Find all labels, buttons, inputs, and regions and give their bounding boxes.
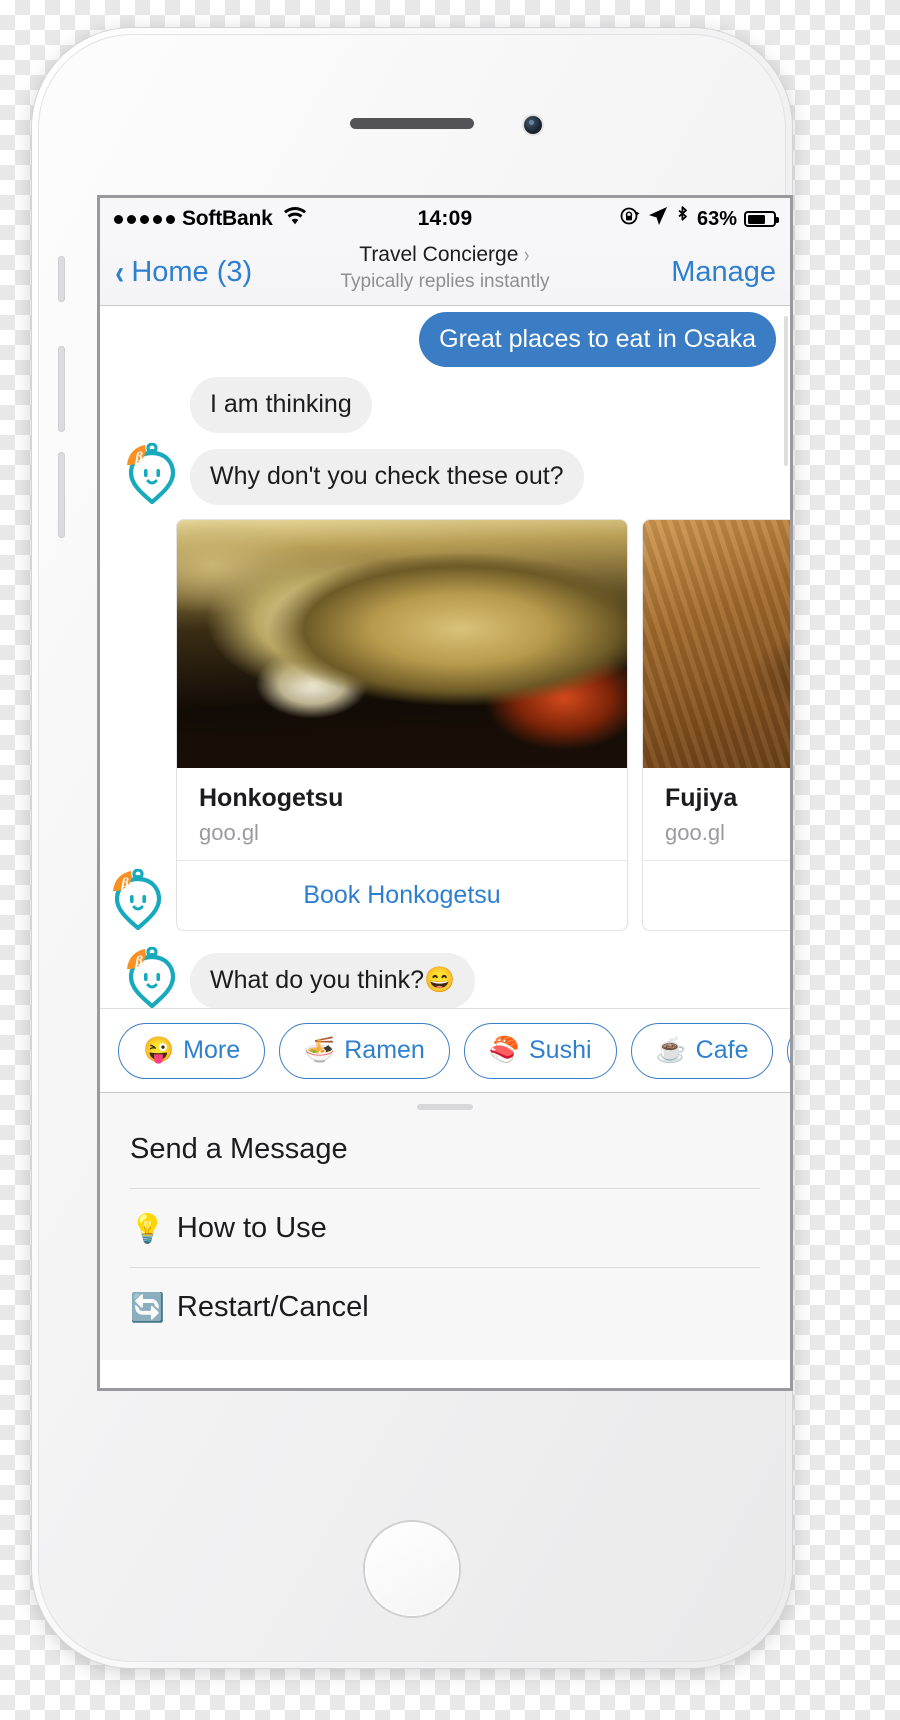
book-button[interactable] — [643, 859, 790, 901]
coffee-emoji-icon: ☕ — [655, 1036, 687, 1064]
phone-screen: SoftBank 14:09 63% ‹ Home (3) Travel Con… — [100, 198, 790, 1388]
menu-item-label: Send a Message — [130, 1132, 348, 1165]
bot-name-label: Travel Concierge — [359, 243, 519, 266]
avatar: β — [114, 946, 190, 1009]
status-bar-right: 63% — [619, 205, 779, 233]
winking-tongue-emoji-icon: 😜 — [143, 1036, 175, 1064]
bot-avatar-icon: β — [127, 442, 176, 504]
rotation-lock-icon — [619, 205, 641, 233]
quick-reply-label: Ramen — [344, 1036, 425, 1064]
card-title: Honkogetsu — [199, 783, 344, 812]
avatar: β — [100, 868, 176, 931]
location-arrow-icon — [648, 206, 668, 232]
battery-percent-label: 63% — [696, 207, 737, 230]
battery-icon — [744, 211, 779, 227]
card-subtitle: goo.gl — [665, 819, 725, 845]
wifi-icon — [283, 206, 307, 232]
svg-text:β: β — [121, 876, 130, 891]
svg-text:β: β — [135, 450, 144, 465]
restaurant-card[interactable]: Honkogetsu goo.gl Book Honkogetsu — [176, 518, 628, 931]
status-bar-left: SoftBank — [114, 206, 307, 232]
carrier-label: SoftBank — [182, 207, 273, 230]
thread-scrollbar[interactable] — [784, 316, 788, 466]
avatar: β — [114, 442, 190, 505]
home-button[interactable] — [365, 1522, 459, 1616]
card-subtitle: goo.gl — [199, 819, 259, 845]
card-body: Honkogetsu goo.gl — [177, 768, 627, 860]
menu-item-how-to-use[interactable]: 💡 How to Use — [100, 1189, 790, 1267]
silent-switch[interactable] — [58, 256, 65, 302]
message-bubble-incoming[interactable]: I am thinking — [190, 377, 372, 433]
chevron-left-icon: ‹ — [115, 253, 125, 292]
volume-down-button[interactable] — [58, 452, 65, 538]
bot-profile-link[interactable]: Travel Concierge › — [359, 242, 530, 268]
sushi-emoji-icon: 🍣 — [488, 1036, 520, 1064]
quick-reply-chip-sushi[interactable]: 🍣 Sushi — [463, 1022, 617, 1079]
volume-up-button[interactable] — [58, 346, 65, 432]
message-row-incoming: β What do you think?😄 — [100, 946, 790, 1009]
menu-item-restart-cancel[interactable]: 🔄 Restart/Cancel — [100, 1268, 790, 1346]
quick-reply-chip-more[interactable]: 😜 More — [118, 1022, 266, 1079]
front-camera-icon — [524, 116, 542, 134]
back-button-label: Home (3) — [131, 256, 253, 288]
book-button[interactable]: Book Honkogetsu — [177, 859, 627, 930]
quick-reply-chip-ramen[interactable]: 🍜 Ramen — [279, 1022, 450, 1079]
menu-item-label: Restart/Cancel — [176, 1290, 369, 1323]
quick-reply-chip-partial[interactable]: 🍷 — [787, 1022, 790, 1079]
lightbulb-icon: 💡 — [130, 1212, 165, 1244]
message-row-outgoing: Great places to eat in Osaka — [100, 312, 790, 368]
japanese-lidded-bowl-photo[interactable] — [177, 519, 627, 768]
quick-reply-label: Cafe — [695, 1036, 749, 1064]
card-carousel-row: β Honkogetsu goo.gl Book Honkogetsu Fuji… — [100, 518, 790, 931]
ios-status-bar: SoftBank 14:09 63% — [100, 198, 790, 240]
persistent-menu-panel: Send a Message 💡 How to Use 🔄 Restart/Ca… — [100, 1092, 790, 1360]
message-row-incoming: I am thinking — [100, 377, 790, 433]
card-body: Fujiya goo.gl — [643, 768, 790, 860]
message-thread[interactable]: Great places to eat in Osaka I am thinki… — [100, 306, 790, 1008]
message-bubble-incoming[interactable]: Why don't you check these out? — [190, 449, 584, 505]
quick-reply-bar[interactable]: 😜 More 🍜 Ramen 🍣 Sushi ☕ Cafe 🍷 — [100, 1008, 790, 1092]
bot-response-time-label: Typically replies instantly — [340, 271, 550, 292]
quick-reply-label: Sushi — [528, 1036, 592, 1064]
back-to-home-button[interactable]: ‹ Home (3) — [114, 256, 252, 290]
message-bubble-incoming[interactable]: What do you think?😄 — [190, 953, 476, 1008]
wooden-board-photo[interactable] — [643, 519, 790, 768]
ramen-emoji-icon: 🍜 — [304, 1036, 336, 1064]
bluetooth-icon — [675, 205, 690, 233]
menu-item-send-a-message[interactable]: Send a Message — [100, 1110, 790, 1188]
message-bubble-outgoing[interactable]: Great places to eat in Osaka — [419, 312, 776, 368]
restaurant-card-carousel[interactable]: Honkogetsu goo.gl Book Honkogetsu Fujiya… — [176, 518, 790, 931]
quick-reply-chip-cafe[interactable]: ☕ Cafe — [630, 1022, 774, 1079]
chevron-right-icon: › — [524, 242, 530, 267]
iphone-device-frame: SoftBank 14:09 63% ‹ Home (3) Travel Con… — [32, 28, 792, 1668]
signal-strength-icon — [114, 214, 175, 224]
message-row-incoming: β Why don't you check these out? — [100, 442, 790, 505]
bot-avatar-icon: β — [113, 868, 162, 930]
restaurant-card[interactable]: Fujiya goo.gl — [642, 518, 790, 931]
menu-item-label: How to Use — [176, 1211, 327, 1244]
manage-button[interactable]: Manage — [671, 256, 776, 289]
svg-text:β: β — [135, 954, 144, 969]
earpiece-speaker — [350, 118, 474, 129]
bot-avatar-icon: β — [127, 946, 176, 1008]
refresh-icon: 🔄 — [130, 1291, 165, 1323]
card-title: Fujiya — [665, 783, 738, 812]
chat-nav-bar: ‹ Home (3) Travel Concierge › Typically … — [100, 240, 790, 306]
quick-reply-label: More — [183, 1036, 241, 1064]
